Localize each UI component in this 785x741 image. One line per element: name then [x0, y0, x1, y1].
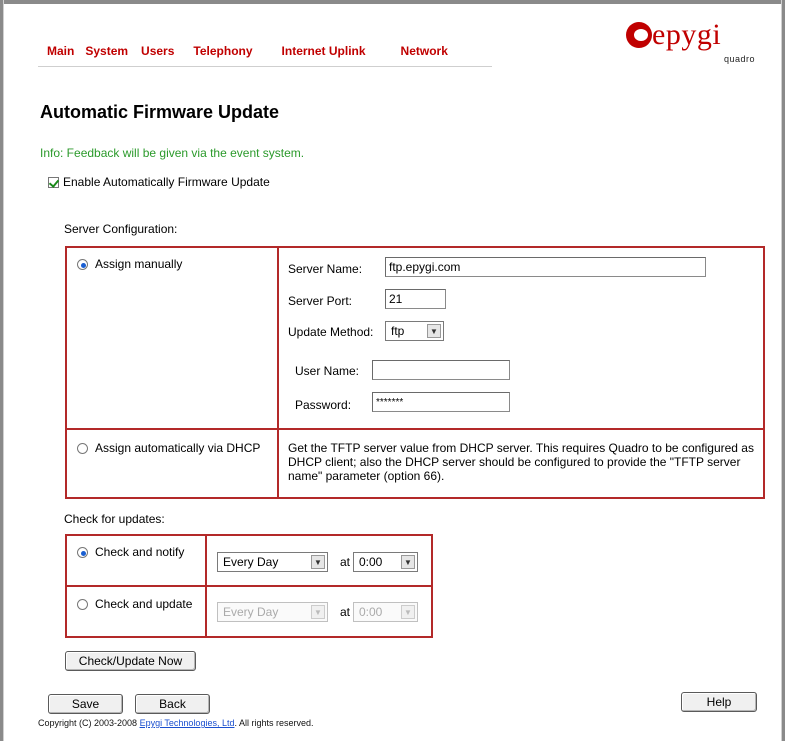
- notify-period-value: Every Day: [223, 555, 279, 569]
- assign-manually-option[interactable]: Assign manually: [77, 257, 182, 271]
- notify-time-select[interactable]: 0:00 ▼: [353, 552, 418, 572]
- logo-sub: quadro: [724, 54, 756, 64]
- server-config-label: Server Configuration:: [64, 222, 178, 236]
- update-method-value: ftp: [391, 324, 405, 338]
- assign-manually-radio[interactable]: [77, 258, 88, 270]
- notify-at-label: at: [340, 555, 351, 569]
- chevron-down-icon: ▼: [311, 605, 325, 619]
- update-time-value: 0:00: [359, 605, 383, 619]
- update-method-label: Update Method:: [288, 325, 374, 339]
- enable-auto-update-checkbox[interactable]: [48, 176, 59, 188]
- info-message: Info: Feedback will be given via the eve…: [40, 146, 305, 160]
- nav-item-network[interactable]: Network: [401, 44, 448, 58]
- save-button[interactable]: Save: [48, 694, 123, 714]
- server-name-input[interactable]: [385, 257, 706, 277]
- copyright-suffix: . All rights reserved.: [234, 718, 314, 728]
- user-name-input[interactable]: [372, 360, 510, 380]
- check-update-option[interactable]: Check and update: [77, 597, 192, 611]
- nav-item-system[interactable]: System: [85, 44, 128, 58]
- epygi-logo: epygi quadro: [618, 14, 763, 74]
- main-nav: Main System Users Telephony Internet Upl…: [38, 36, 492, 67]
- logo-mark-icon: [626, 22, 652, 48]
- assign-manually-label: Assign manually: [95, 257, 183, 271]
- chevron-down-icon: ▼: [427, 324, 441, 338]
- check-updates-row-divider: [65, 585, 433, 587]
- nav-item-telephony[interactable]: Telephony: [193, 44, 252, 58]
- update-method-select[interactable]: ftp ▼: [385, 321, 444, 341]
- window-right-frame-inner: [781, 0, 782, 741]
- update-period-select: Every Day ▼: [217, 602, 328, 622]
- dhcp-description: Get the TFTP server value from DHCP serv…: [288, 441, 754, 483]
- check-update-now-button[interactable]: Check/Update Now: [65, 651, 196, 671]
- user-name-label: User Name:: [295, 364, 360, 378]
- password-input[interactable]: [372, 392, 510, 412]
- assign-dhcp-radio[interactable]: [77, 442, 88, 454]
- back-button[interactable]: Back: [135, 694, 210, 714]
- page-title: Automatic Firmware Update: [40, 102, 280, 122]
- enable-auto-update-label: Enable Automatically Firmware Update: [63, 175, 270, 189]
- check-notify-label: Check and notify: [95, 545, 185, 559]
- chevron-down-icon: ▼: [401, 605, 415, 619]
- server-config-row-divider: [65, 428, 765, 430]
- nav-item-users[interactable]: Users: [141, 44, 174, 58]
- check-update-label: Check and update: [95, 597, 193, 611]
- password-label: Password:: [295, 398, 352, 412]
- check-notify-option[interactable]: Check and notify: [77, 545, 184, 559]
- server-port-input[interactable]: [385, 289, 446, 309]
- notify-time-value: 0:00: [359, 555, 383, 569]
- enable-auto-update[interactable]: Enable Automatically Firmware Update: [48, 175, 270, 189]
- nav-item-main[interactable]: Main: [47, 44, 74, 58]
- check-update-radio[interactable]: [77, 598, 88, 610]
- notify-period-select[interactable]: Every Day ▼: [217, 552, 328, 572]
- check-updates-label: Check for updates:: [64, 512, 165, 526]
- chevron-down-icon: ▼: [311, 555, 325, 569]
- server-name-label: Server Name:: [288, 262, 363, 276]
- copyright-footer: Copyright (C) 2003-2008 Epygi Technologi…: [38, 718, 314, 728]
- window-left-frame-inner: [3, 0, 4, 741]
- check-notify-radio[interactable]: [77, 546, 88, 558]
- window-top-frame: [0, 0, 785, 4]
- assign-dhcp-label: Assign automatically via DHCP: [95, 441, 261, 455]
- update-period-value: Every Day: [223, 605, 279, 619]
- copyright-link[interactable]: Epygi Technologies, Ltd: [140, 718, 235, 728]
- logo-word: epygi: [652, 18, 722, 51]
- help-button[interactable]: Help: [681, 692, 757, 712]
- chevron-down-icon: ▼: [401, 555, 415, 569]
- update-at-label: at: [340, 605, 351, 619]
- assign-dhcp-option[interactable]: Assign automatically via DHCP: [77, 441, 260, 455]
- update-time-select: 0:00 ▼: [353, 602, 418, 622]
- nav-item-internet-uplink[interactable]: Internet Uplink: [282, 44, 366, 58]
- copyright-prefix: Copyright (C) 2003-2008: [38, 718, 140, 728]
- server-port-label: Server Port:: [288, 294, 353, 308]
- server-config-divider: [277, 246, 279, 499]
